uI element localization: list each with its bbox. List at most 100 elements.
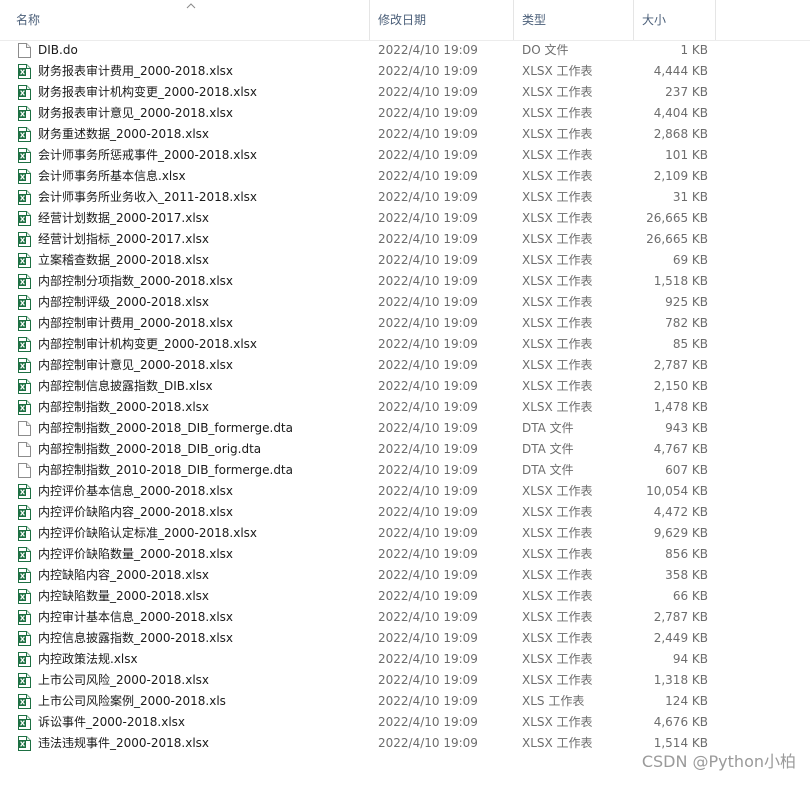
file-size: 1,518 KB <box>653 274 708 288</box>
file-row[interactable]: 内部控制指数_2000-2018.xlsx 2022/4/10 19:09 XLSX… <box>0 397 810 418</box>
excel-icon <box>18 190 31 205</box>
file-type: XLSX 工作表 <box>522 568 593 582</box>
file-size: 943 KB <box>665 421 708 435</box>
file-type: XLSX 工作表 <box>522 337 593 351</box>
file-size: 1 KB <box>680 43 708 57</box>
file-size: 101 KB <box>665 148 708 162</box>
file-type: XLSX 工作表 <box>522 358 593 372</box>
file-modified-date: 2022/4/10 19:09 <box>378 442 478 456</box>
file-name: 财务报表审计机构变更_2000-2018.xlsx <box>38 85 258 99</box>
file-row[interactable]: 财务报表审计机构变更_2000-2018.xlsx 2022/4/10 19:09… <box>0 82 810 103</box>
file-type: XLSX 工作表 <box>522 379 593 393</box>
file-row[interactable]: 会计师事务所业务收入_2011-2018.xlsx 2022/4/10 19:09… <box>0 187 810 208</box>
file-row[interactable]: 上市公司风险_2000-2018.xlsx 2022/4/10 19:09 XLSX… <box>0 670 810 691</box>
file-row[interactable]: 内控缺陷数量_2000-2018.xlsx 2022/4/10 19:09 XLSX… <box>0 586 810 607</box>
column-header-type[interactable]: 类型 <box>514 0 634 40</box>
excel-icon <box>18 232 31 247</box>
file-modified-date: 2022/4/10 19:09 <box>378 463 478 477</box>
file-type: XLSX 工作表 <box>522 400 593 414</box>
excel-icon <box>18 295 31 310</box>
file-name: 会计师事务所业务收入_2011-2018.xlsx <box>38 190 258 204</box>
file-row[interactable]: 上市公司风险案例_2000-2018.xls 2022/4/10 19:09 XLS… <box>0 691 810 712</box>
file-row[interactable]: 内部控制审计意见_2000-2018.xlsx 2022/4/10 19:09 XL… <box>0 355 810 376</box>
file-type: XLSX 工作表 <box>522 652 593 666</box>
file-name: 内控信息披露指数_2000-2018.xlsx <box>38 631 234 645</box>
file-row[interactable]: 内控评价缺陷内容_2000-2018.xlsx 2022/4/10 19:09 XL… <box>0 502 810 523</box>
file-row[interactable]: 经营计划数据_2000-2017.xlsx 2022/4/10 19:09 XLSX… <box>0 208 810 229</box>
file-row[interactable]: 内控评价基本信息_2000-2018.xlsx 2022/4/10 19:09 XL… <box>0 481 810 502</box>
file-modified-date: 2022/4/10 19:09 <box>378 715 478 729</box>
file-row[interactable]: 会计师事务所惩戒事件_2000-2018.xlsx 2022/4/10 19:09… <box>0 145 810 166</box>
file-name: 内部控制审计费用_2000-2018.xlsx <box>38 316 234 330</box>
excel-icon <box>18 505 31 520</box>
file-row[interactable]: 内部控制指数_2010-2018_DIB_formerge.dta 2022/4/… <box>0 460 810 481</box>
file-modified-date: 2022/4/10 19:09 <box>378 211 478 225</box>
file-size: 2,868 KB <box>653 127 708 141</box>
sort-ascending-icon <box>186 3 196 9</box>
file-row[interactable]: 内部控制审计机构变更_2000-2018.xlsx 2022/4/10 19:09… <box>0 334 810 355</box>
file-icon <box>18 421 31 436</box>
excel-icon <box>18 631 31 646</box>
file-size: 10,054 KB <box>646 484 708 498</box>
file-modified-date: 2022/4/10 19:09 <box>378 295 478 309</box>
excel-icon <box>18 379 31 394</box>
file-row[interactable]: DIB.do 2022/4/10 19:09 DO 文件 1 KB <box>0 40 810 61</box>
file-size: 94 KB <box>672 652 708 666</box>
file-modified-date: 2022/4/10 19:09 <box>378 400 478 414</box>
file-row[interactable]: 内控政策法规.xlsx 2022/4/10 19:09 XLSX 工作表 94 KB <box>0 649 810 670</box>
file-name: 内控政策法规.xlsx <box>38 652 138 666</box>
excel-icon <box>18 358 31 373</box>
file-size: 2,150 KB <box>653 379 708 393</box>
file-row[interactable]: 内部控制指数_2000-2018_DIB_orig.dta 2022/4/10 1… <box>0 439 810 460</box>
file-modified-date: 2022/4/10 19:09 <box>378 43 478 57</box>
file-size: 4,472 KB <box>653 505 708 519</box>
file-type: XLSX 工作表 <box>522 190 593 204</box>
file-size: 607 KB <box>665 463 708 477</box>
excel-icon <box>18 106 31 121</box>
column-header-modified[interactable]: 修改日期 <box>370 0 514 40</box>
file-row[interactable]: 会计师事务所基本信息.xlsx 2022/4/10 19:09 XLSX 工作表 2,… <box>0 166 810 187</box>
file-row[interactable]: 财务报表审计费用_2000-2018.xlsx 2022/4/10 19:09 XL… <box>0 61 810 82</box>
file-type: XLSX 工作表 <box>522 673 593 687</box>
file-row[interactable]: 内部控制指数_2000-2018_DIB_formerge.dta 2022/4/… <box>0 418 810 439</box>
excel-icon <box>18 64 31 79</box>
file-size: 4,767 KB <box>653 442 708 456</box>
file-modified-date: 2022/4/10 19:09 <box>378 358 478 372</box>
file-type: XLSX 工作表 <box>522 274 593 288</box>
file-row[interactable]: 内控评价缺陷认定标准_2000-2018.xlsx 2022/4/10 19:09… <box>0 523 810 544</box>
excel-icon <box>18 484 31 499</box>
file-row[interactable]: 诉讼事件_2000-2018.xlsx 2022/4/10 19:09 XLSX 工… <box>0 712 810 733</box>
file-row[interactable]: 内部控制评级_2000-2018.xlsx 2022/4/10 19:09 XLSX… <box>0 292 810 313</box>
file-icon <box>18 442 31 457</box>
file-row[interactable]: 内控审计基本信息_2000-2018.xlsx 2022/4/10 19:09 XL… <box>0 607 810 628</box>
file-row[interactable]: 内部控制审计费用_2000-2018.xlsx 2022/4/10 19:09 XL… <box>0 313 810 334</box>
column-header-bar: 名称 修改日期 类型 大小 <box>0 0 810 41</box>
column-header-size[interactable]: 大小 <box>634 0 716 40</box>
file-size: 1,318 KB <box>653 673 708 687</box>
file-row[interactable]: 立案稽查数据_2000-2018.xlsx 2022/4/10 19:09 XLSX… <box>0 250 810 271</box>
file-size: 2,109 KB <box>653 169 708 183</box>
file-type: XLSX 工作表 <box>522 589 593 603</box>
file-size: 2,787 KB <box>653 610 708 624</box>
excel-icon <box>18 589 31 604</box>
file-row[interactable]: 内控评价缺陷数量_2000-2018.xlsx 2022/4/10 19:09 XL… <box>0 544 810 565</box>
file-size: 26,665 KB <box>646 211 708 225</box>
file-row[interactable]: 经营计划指标_2000-2017.xlsx 2022/4/10 19:09 XLSX… <box>0 229 810 250</box>
file-row[interactable]: 财务重述数据_2000-2018.xlsx 2022/4/10 19:09 XLSX… <box>0 124 810 145</box>
file-name: 财务报表审计意见_2000-2018.xlsx <box>38 106 234 120</box>
file-row[interactable]: 内部控制分项指数_2000-2018.xlsx 2022/4/10 19:09 XL… <box>0 271 810 292</box>
file-name: 诉讼事件_2000-2018.xlsx <box>38 715 186 729</box>
file-row[interactable]: 财务报表审计意见_2000-2018.xlsx 2022/4/10 19:09 XL… <box>0 103 810 124</box>
file-row[interactable]: 内部控制信息披露指数_DIB.xlsx 2022/4/10 19:09 XLSX 工… <box>0 376 810 397</box>
file-row[interactable]: 内控缺陷内容_2000-2018.xlsx 2022/4/10 19:09 XLSX… <box>0 565 810 586</box>
file-name: 上市公司风险案例_2000-2018.xls <box>38 694 226 708</box>
file-modified-date: 2022/4/10 19:09 <box>378 316 478 330</box>
file-type: DTA 文件 <box>522 463 574 477</box>
file-type: XLSX 工作表 <box>522 547 593 561</box>
file-modified-date: 2022/4/10 19:09 <box>378 253 478 267</box>
file-modified-date: 2022/4/10 19:09 <box>378 589 478 603</box>
file-modified-date: 2022/4/10 19:09 <box>378 232 478 246</box>
file-size: 2,449 KB <box>653 631 708 645</box>
file-size: 2,787 KB <box>653 358 708 372</box>
file-row[interactable]: 内控信息披露指数_2000-2018.xlsx 2022/4/10 19:09 XL… <box>0 628 810 649</box>
